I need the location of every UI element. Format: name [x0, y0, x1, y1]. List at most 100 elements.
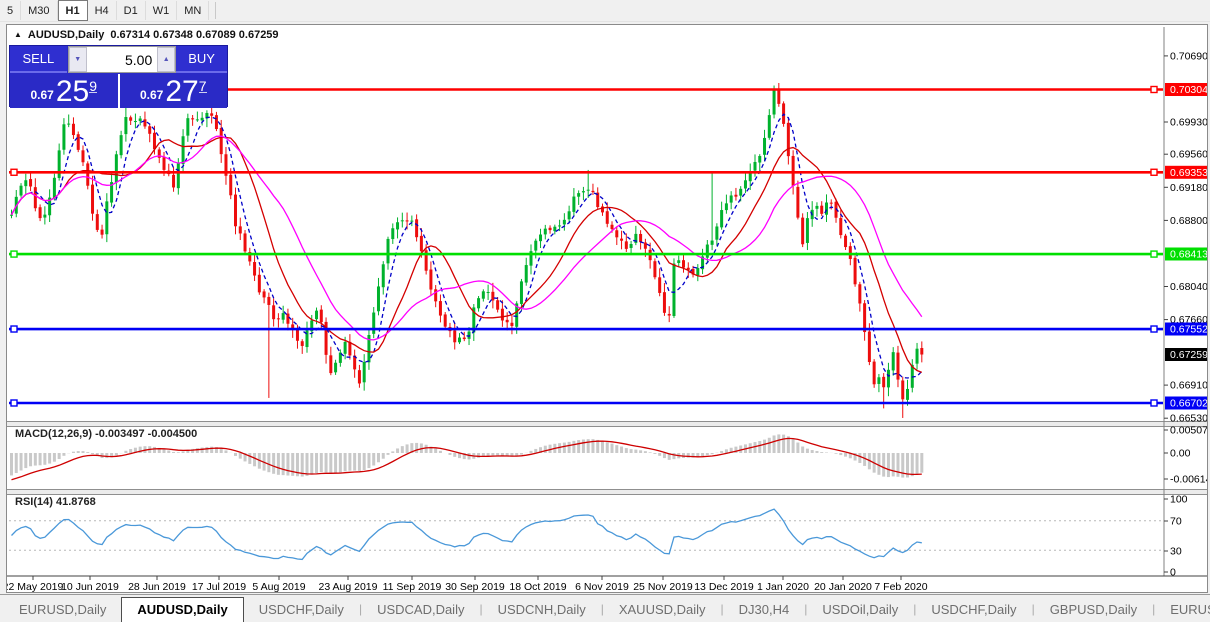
indicator-scale-label: 100	[1170, 494, 1188, 506]
date-tick-label: 5 Aug 2019	[252, 581, 305, 592]
trade-panel-controls: SELL ▼ ▲ BUY	[10, 46, 227, 73]
price-tick-label: 0.69560	[1170, 149, 1207, 161]
hline-handle[interactable]	[1150, 325, 1158, 333]
date-tick-label: 10 Jun 2019	[61, 581, 119, 592]
price-badge-label: 0.69353	[1170, 167, 1207, 179]
buy-price[interactable]: 0.67 27 7	[119, 74, 227, 108]
indicator-scale-label: 70	[1170, 516, 1182, 528]
tab-usdchf-daily[interactable]: USDCHF,Daily	[916, 598, 1031, 622]
timeframe-button-mn[interactable]: MN	[177, 1, 210, 20]
application-window: 5 M30 H1 H4 D1 W1 MN 0.70690 0.70304 0.69930 0.69…	[0, 0, 1210, 622]
tab-usdchf-daily[interactable]: USDCHF,Daily	[244, 598, 359, 622]
tab-usdcad-daily[interactable]: USDCAD,Daily	[362, 598, 479, 622]
panel-splitter[interactable]	[7, 489, 1207, 495]
hline-handle[interactable]	[10, 325, 18, 333]
price-badge-label: 0.67552	[1170, 324, 1207, 336]
buy-price-prefix: 0.67	[139, 88, 164, 102]
indicator-scale-label: 0.005076	[1170, 425, 1207, 437]
price-tick-label: 0.66530	[1170, 413, 1207, 425]
date-tick-label: 18 Oct 2019	[509, 581, 566, 592]
tab-eurusd-h1[interactable]: EURUSD,H1	[1155, 598, 1210, 622]
price-tick-label: 0.69930	[1170, 117, 1207, 129]
date-tick-label: 7 Feb 2020	[874, 581, 927, 592]
ohlc-values: 0.67314 0.67348 0.67089 0.67259	[110, 29, 279, 41]
tab-gbpusd-daily[interactable]: GBPUSD,Daily	[1035, 598, 1152, 622]
date-tick-label: 30 Sep 2019	[445, 581, 505, 592]
sell-price-fraction: 9	[89, 78, 98, 94]
tab-xauusd-daily[interactable]: XAUUSD,Daily	[604, 598, 721, 622]
indicator-scale-label: -0.006148	[1170, 474, 1207, 486]
hline-handle[interactable]	[1150, 399, 1158, 407]
ma-line-slow	[10, 135, 923, 341]
price-tick-label: 0.68800	[1170, 215, 1207, 227]
buy-price-pips: 27	[165, 75, 199, 108]
tab-dj30-h4[interactable]: DJ30,H4	[724, 598, 805, 622]
date-tick-label: 11 Sep 2019	[383, 581, 442, 592]
hline-handle[interactable]	[1150, 168, 1158, 176]
price-tick-label: 0.66910	[1170, 380, 1207, 392]
date-tick-label: 6 Nov 2019	[575, 581, 629, 592]
tab-audusd-daily[interactable]: AUDUSD,Daily	[121, 597, 244, 622]
trade-panel: SELL ▼ ▲ BUY 0.67 25 9 0.67 27 7	[9, 45, 228, 108]
indicator-scale-label: 0.00	[1170, 448, 1191, 460]
hline-handle[interactable]	[10, 399, 18, 407]
sell-price[interactable]: 0.67 25 9	[10, 74, 118, 108]
panel-splitter[interactable]	[7, 421, 1207, 427]
tab-usdcnh-daily[interactable]: USDCNH,Daily	[483, 598, 601, 622]
macd-histogram	[10, 434, 924, 478]
tab-eurusd-daily[interactable]: EURUSD,Daily	[4, 598, 121, 622]
hline-handle[interactable]	[10, 168, 18, 176]
candlesticks	[10, 82, 924, 418]
volume-spinner: ▼ ▲	[67, 46, 177, 73]
price-chart[interactable]: 0.70690 0.70304 0.69930 0.69560 0.69353 0.691…	[7, 25, 1207, 592]
date-tick-label: 1 Jan 2020	[757, 581, 809, 592]
timeframe-button-h4[interactable]: H4	[88, 1, 117, 20]
price-tick-label: 0.70690	[1170, 50, 1207, 62]
buy-price-fraction: 7	[198, 78, 207, 94]
volume-increase-icon[interactable]: ▲	[157, 47, 176, 72]
volume-input[interactable]	[86, 47, 158, 72]
buy-button[interactable]: BUY	[176, 46, 227, 73]
price-badge-label: 0.67259	[1170, 349, 1207, 361]
timeframe-button-w1[interactable]: W1	[146, 1, 178, 20]
price-badge-label: 0.66702	[1170, 398, 1207, 410]
sell-price-prefix: 0.67	[30, 88, 54, 102]
date-tick-label: 17 Jul 2019	[192, 581, 246, 592]
toolbar-separator	[209, 2, 217, 19]
macd-signal-line	[11, 437, 922, 481]
macd-indicator-label: MACD(12,26,9) -0.003497 -0.004500	[15, 428, 198, 440]
hline-handle[interactable]	[1150, 85, 1158, 94]
date-tick-label: 25 Nov 2019	[633, 581, 693, 592]
sell-price-pips: 25	[55, 75, 90, 108]
symbol-title: AUDUSD,Daily	[27, 29, 105, 41]
date-tick-label: 23 Aug 2019	[319, 581, 378, 592]
price-badge-label: 0.68413	[1170, 249, 1207, 261]
timeframe-toolbar: 5 M30 H1 H4 D1 W1 MN	[0, 0, 1210, 22]
date-tick-label: 22 May 2019	[7, 581, 64, 592]
ma-line-fast	[10, 113, 923, 379]
price-badge-label: 0.70304	[1170, 84, 1207, 96]
symbol-tabs: EURUSD,Daily AUDUSD,Daily USDCHF,Daily | USD…	[4, 597, 1210, 622]
symbol-tab-bar: EURUSD,Daily AUDUSD,Daily USDCHF,Daily | USD…	[0, 594, 1210, 622]
rsi-indicator-label: RSI(14) 41.8768	[15, 496, 96, 508]
volume-decrease-icon[interactable]: ▼	[68, 47, 87, 72]
timeframe-button-h1[interactable]: H1	[57, 0, 88, 21]
indicator-scale-label: 30	[1170, 546, 1182, 558]
price-tick-label: 0.68040	[1170, 281, 1207, 293]
date-tick-label: 20 Jan 2020	[814, 581, 872, 592]
timeframe-button-d1[interactable]: D1	[117, 1, 146, 20]
rsi-line	[11, 508, 922, 561]
date-tick-label: 28 Jun 2019	[128, 581, 186, 592]
hline-handle[interactable]	[10, 250, 18, 258]
collapse-triangle-icon[interactable]: ▲	[14, 30, 22, 39]
trade-panel-prices: 0.67 25 9 0.67 27 7	[10, 74, 227, 108]
price-tick-label: 0.69180	[1170, 182, 1207, 194]
ohlc-header: ▲ AUDUSD,Daily 0.67314 0.67348 0.67089 0…	[14, 29, 279, 41]
chart-window: 0.70690 0.70304 0.69930 0.69560 0.69353 0.691…	[6, 24, 1208, 593]
timeframe-button-m30[interactable]: M30	[21, 1, 58, 20]
hline-handle[interactable]	[1150, 250, 1158, 258]
date-tick-label: 13 Dec 2019	[694, 581, 754, 592]
sell-button[interactable]: SELL	[10, 46, 67, 73]
tab-usdoil-daily[interactable]: USDOil,Daily	[807, 598, 913, 622]
timeframe-button-5[interactable]: 5	[0, 1, 22, 20]
